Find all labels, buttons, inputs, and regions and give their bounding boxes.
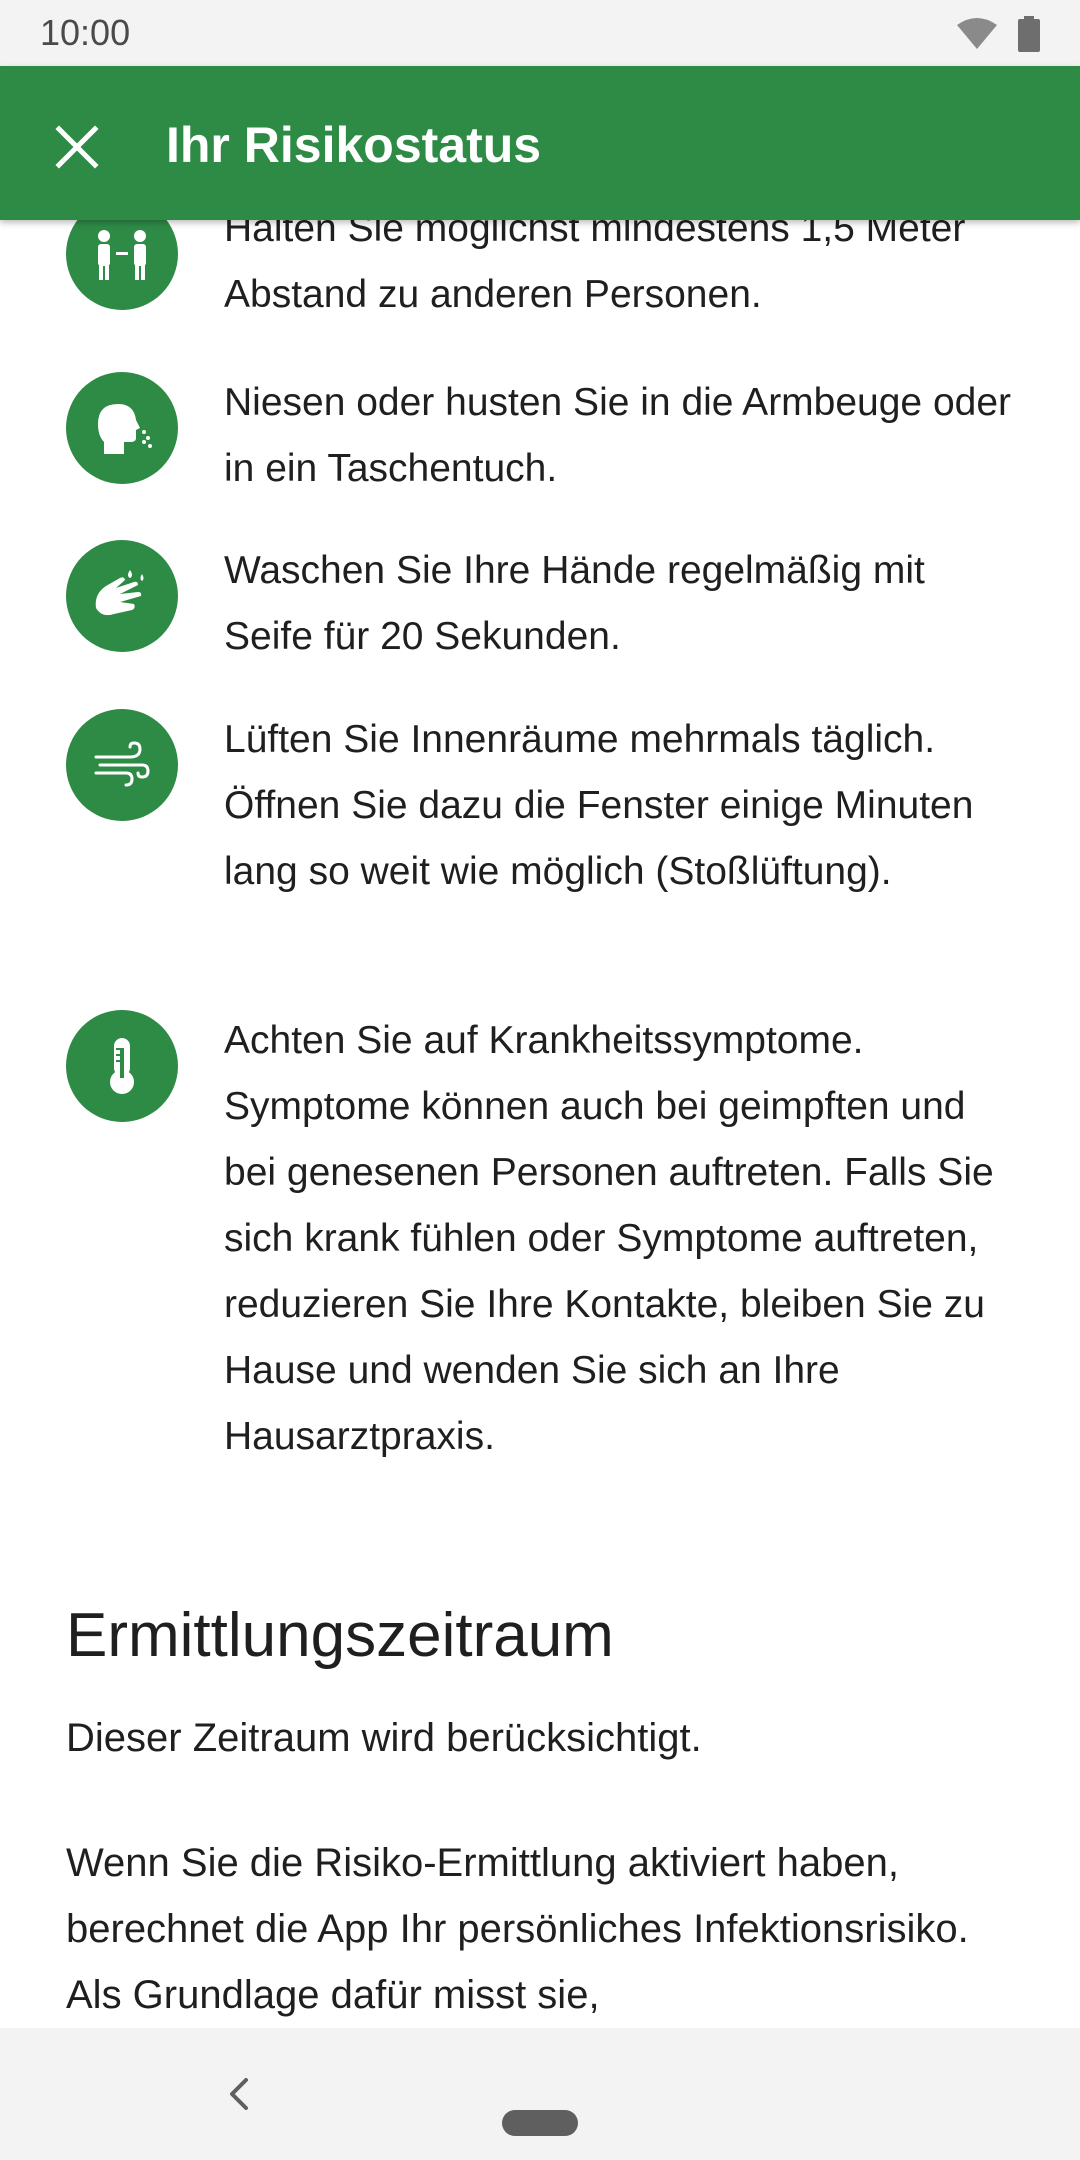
air-icon [66,709,178,821]
close-button[interactable] [40,110,114,184]
status-icons [956,14,1040,54]
section-title: Ermittlungszeitraum [66,1601,614,1670]
content-scroll-area[interactable]: Halten Sie möglichst mindestens 1,5 Mete… [0,220,1080,2028]
tip-text: Lüften Sie Innenräume mehrmals täglich. … [224,718,974,893]
distance-icon [66,220,178,310]
navigation-bar [0,2028,1080,2160]
wifi-icon [957,18,997,49]
section-body: Wenn Sie die Risiko-Ermittlung aktiviert… [66,1841,969,2017]
tip-text: Achten Sie auf Krankheitssymptome. Sympt… [224,1019,994,1458]
close-icon [55,125,99,169]
battery-icon [1018,16,1040,52]
tip-text: Niesen oder husten Sie in die Armbeuge o… [224,381,1012,490]
tip-text: Halten Sie möglichst mindestens 1,5 Mete… [224,220,966,316]
page-title: Ihr Risikostatus [166,117,542,173]
section-subtitle: Dieser Zeitraum wird berücksichtigt. [66,1716,702,1760]
back-icon[interactable] [218,2072,258,2116]
sneeze-icon [66,372,178,484]
status-bar: 10:00 [0,0,1080,66]
home-button[interactable] [502,2110,578,2136]
app-bar: Ihr Risikostatus [0,66,1080,220]
status-time: 10:00 [40,12,131,53]
handwash-icon [66,540,178,652]
thermometer-icon [66,1010,178,1122]
tip-text: Waschen Sie Ihre Hände regelmäßig mit Se… [224,549,925,658]
